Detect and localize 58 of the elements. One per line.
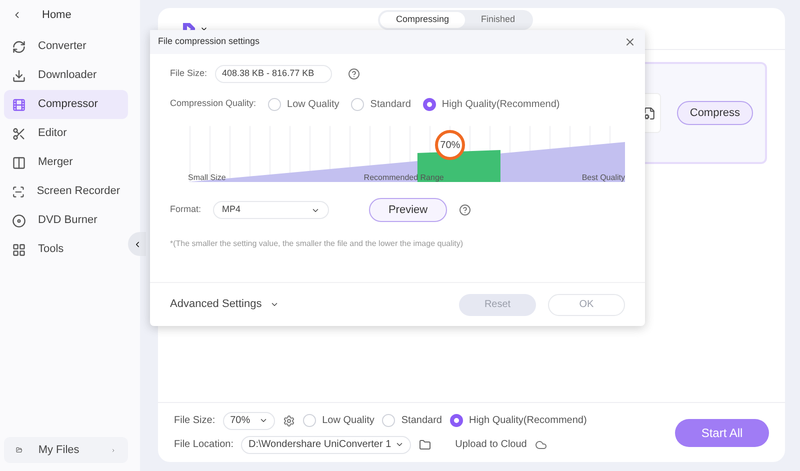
sidebar-item[interactable]: Tools xyxy=(4,235,128,264)
format-label: Format: xyxy=(170,203,202,216)
file-size-field: 408.38 KB - 816.77 KB xyxy=(215,65,332,83)
radio-label: High Quality(Recommend) xyxy=(442,98,560,112)
sidebar-item[interactable]: Downloader xyxy=(4,61,128,90)
sidebar-item[interactable]: Editor xyxy=(4,119,128,148)
upload-label: Upload to Cloud xyxy=(455,438,527,452)
caret-icon xyxy=(259,416,268,425)
back-button[interactable]: Home xyxy=(4,4,136,26)
merge-icon xyxy=(12,156,26,170)
note-text: *(The smaller the setting value, the smaller the file and the lower the image quality) xyxy=(170,238,464,250)
scale-label: Best Quality xyxy=(582,172,625,184)
level-marker[interactable]: 70% xyxy=(435,130,466,160)
dialog-title: File compression settings xyxy=(158,35,260,48)
radio-button[interactable] xyxy=(422,98,436,110)
radio-button[interactable] xyxy=(450,414,463,427)
scale-label: Small Size xyxy=(188,172,226,184)
file-settings-icon xyxy=(643,106,656,120)
grid-icon xyxy=(12,242,26,256)
help-icon xyxy=(348,68,360,80)
gear-icon xyxy=(283,414,296,426)
cloud-icon xyxy=(534,438,547,450)
file-location-dropdown[interactable]: D:\Wondershare UniConverter 1 xyxy=(241,436,412,454)
radio-label: Low Quality xyxy=(322,414,374,428)
sidebar-item[interactable]: Converter xyxy=(4,32,128,61)
format-dropdown[interactable]: MP4 xyxy=(213,201,330,219)
radio-label: Low Quality xyxy=(287,98,340,112)
file-size-label: File Size: xyxy=(174,414,216,428)
caret-icon xyxy=(395,440,404,449)
scale-label: Recommended Range xyxy=(364,172,444,184)
disc-icon xyxy=(12,214,26,228)
film-icon xyxy=(12,98,26,112)
sidebar-item[interactable]: DVD Burner xyxy=(4,206,128,235)
sidebar-item[interactable]: Compressor xyxy=(4,90,128,119)
file-size-dropdown[interactable]: 70% xyxy=(223,412,276,430)
screen-capture-icon xyxy=(12,184,25,198)
help-icon xyxy=(459,204,472,216)
sidebar-item[interactable]: Screen Recorder xyxy=(4,177,128,206)
file-location-label: File Location: xyxy=(174,438,234,452)
advanced-settings-button[interactable]: Advanced Settings xyxy=(170,296,279,313)
close-icon xyxy=(624,36,636,48)
radio-label: Standard xyxy=(370,98,411,112)
caret-icon xyxy=(270,300,279,309)
scissors-icon xyxy=(12,126,26,140)
quality-slider[interactable]: 70% Small Size Recommended Range Best Quality xyxy=(188,122,625,184)
tab[interactable]: Compressing xyxy=(380,12,466,28)
my-files-button[interactable]: My Files xyxy=(4,437,128,463)
folder-icon xyxy=(419,438,432,450)
radio-label: High Quality(Recommend) xyxy=(468,414,587,428)
tab[interactable]: Finished xyxy=(465,12,532,28)
preview-button[interactable]: Preview xyxy=(369,198,448,222)
file-size-label: File Size: xyxy=(170,67,208,80)
compress-button[interactable]: Compress xyxy=(676,101,753,125)
download-icon xyxy=(12,68,26,82)
quality-label: Compression Quality: xyxy=(170,97,256,110)
convert-icon xyxy=(12,40,26,54)
sidebar-item[interactable]: Merger xyxy=(4,148,128,177)
radio-label: Standard xyxy=(401,414,442,428)
